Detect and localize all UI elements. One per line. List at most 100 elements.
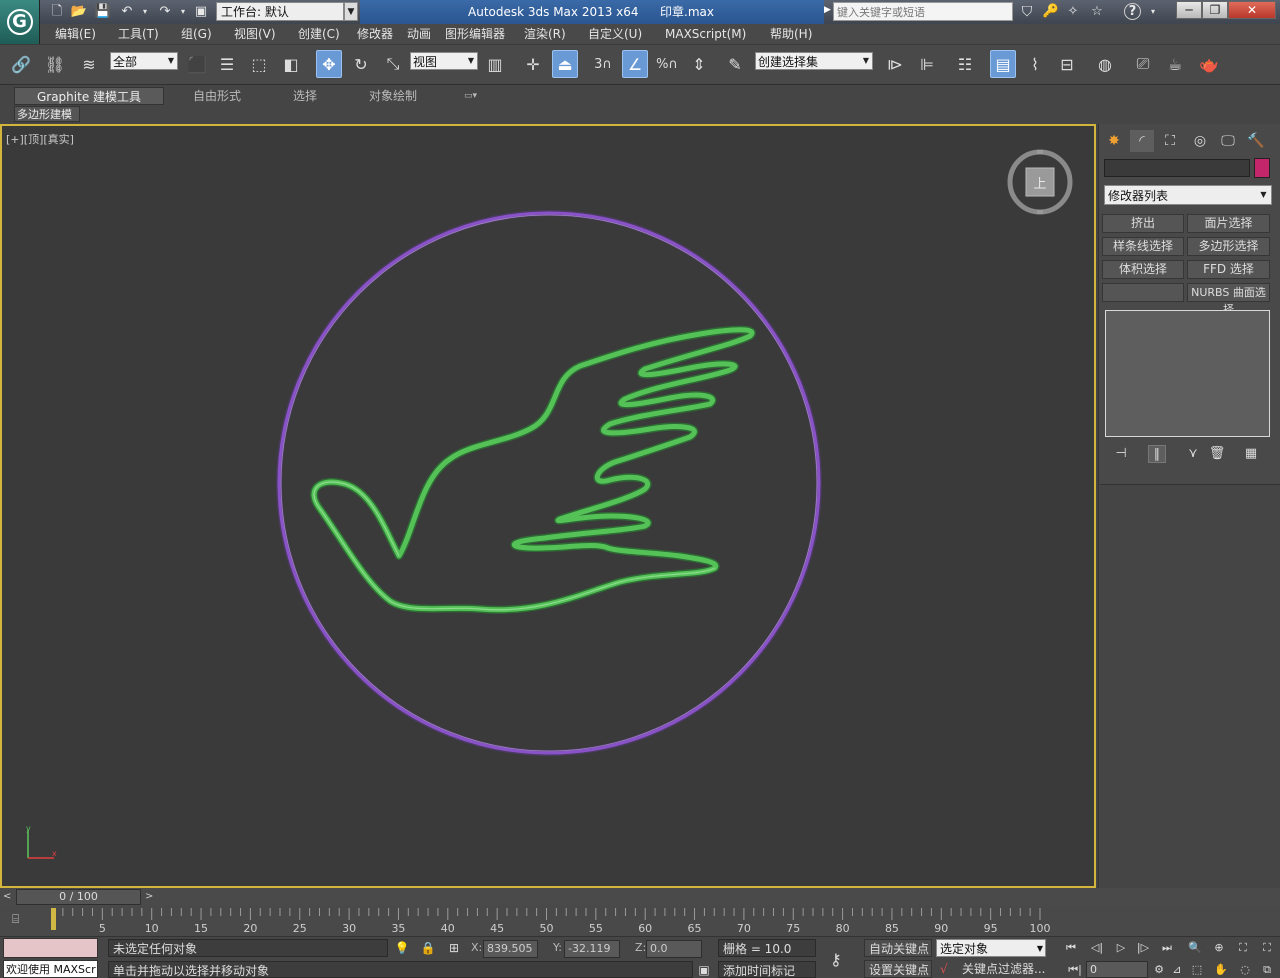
minimize-button[interactable]: ─ bbox=[1176, 1, 1202, 19]
render-production-icon[interactable]: 🫖 bbox=[1196, 50, 1222, 78]
mirror-icon[interactable]: ⧐ bbox=[882, 50, 908, 78]
zoom-region-icon[interactable]: ⬚ bbox=[1188, 962, 1206, 978]
make-unique-icon[interactable]: ⋎ bbox=[1184, 445, 1202, 463]
next-frame-icon[interactable]: > bbox=[145, 891, 153, 902]
go-to-end-icon[interactable]: ⏭ bbox=[1158, 940, 1176, 956]
unlink-icon[interactable]: ⛓ bbox=[42, 50, 68, 78]
x-coordinate-input[interactable]: 839.505 bbox=[483, 940, 538, 958]
auto-key-button[interactable]: 自动关键点 bbox=[864, 939, 932, 957]
viewport-label[interactable]: [+][顶][真实] bbox=[6, 131, 74, 147]
graphite-toggle-icon[interactable]: ▤ bbox=[990, 50, 1016, 78]
empty-modifier-button[interactable] bbox=[1102, 283, 1184, 302]
object-color-swatch[interactable] bbox=[1254, 158, 1270, 178]
previous-frame-icon[interactable]: < bbox=[3, 891, 11, 902]
set-key-icon[interactable]: ⚷ bbox=[830, 950, 854, 969]
ribbon-options-icon[interactable]: ▭▾ bbox=[464, 87, 477, 105]
open-file-icon[interactable]: 📂 bbox=[70, 3, 88, 21]
create-tab-icon[interactable]: ✸ bbox=[1102, 130, 1126, 152]
edit-named-selection-icon[interactable]: ✎ bbox=[722, 50, 748, 78]
snaps-toggle-icon[interactable]: 3 ∩ bbox=[590, 50, 616, 78]
close-button[interactable]: ✕ bbox=[1228, 1, 1276, 19]
select-and-link-icon[interactable]: 🔗 bbox=[8, 50, 34, 78]
undo-dropdown-icon[interactable]: ▾ bbox=[136, 3, 154, 21]
tab-polygon-modeling[interactable]: 多边形建模 bbox=[14, 106, 80, 122]
modifier-list-dropdown[interactable]: 修改器列表 ▼ bbox=[1104, 185, 1272, 205]
y-coordinate-input[interactable]: -32.119 bbox=[564, 940, 620, 958]
object-name-field[interactable] bbox=[1104, 159, 1250, 177]
orbit-icon[interactable]: ◌ bbox=[1236, 962, 1254, 978]
mini-curve-editor-icon[interactable]: ⌸ bbox=[12, 912, 32, 928]
ffd-select-button[interactable]: FFD 选择 bbox=[1187, 260, 1270, 279]
show-end-result-icon[interactable]: ∥ bbox=[1148, 445, 1166, 463]
tab-freeform[interactable]: 自由形式 bbox=[193, 87, 241, 105]
chevron-down-icon[interactable]: ▼ bbox=[344, 2, 358, 21]
go-to-start-icon[interactable]: ⏮ bbox=[1062, 940, 1080, 956]
favorites-star-icon[interactable]: ☆ bbox=[1088, 3, 1106, 21]
menu-animation[interactable]: 动画 bbox=[407, 24, 431, 44]
time-configuration-icon[interactable]: ⚙ bbox=[1150, 962, 1168, 978]
tab-object-paint[interactable]: 对象绘制 bbox=[369, 87, 417, 105]
rendered-frame-window-icon[interactable]: ☕ bbox=[1162, 50, 1188, 78]
menu-help[interactable]: 帮助(H) bbox=[770, 24, 812, 44]
hierarchy-tab-icon[interactable]: ⛶ bbox=[1158, 130, 1182, 152]
reference-coord-dropdown[interactable]: 视图 ▼ bbox=[410, 52, 478, 70]
current-frame-input[interactable]: 0 bbox=[1086, 961, 1148, 978]
project-folder-icon[interactable]: ▣ bbox=[192, 3, 210, 21]
communication-icon[interactable]: ✧ bbox=[1064, 3, 1082, 21]
select-and-scale-icon[interactable]: ⤡ bbox=[380, 50, 406, 78]
material-editor-icon[interactable]: ◍ bbox=[1092, 50, 1118, 78]
track-ruler[interactable]: 5 10 15 20 25 30 35 40 45 50 55 60 65 70 75 80 85 90 95 100 bbox=[40, 906, 1050, 936]
display-tab-icon[interactable]: 🖵 bbox=[1216, 130, 1240, 152]
time-slider[interactable]: 0 / 100 bbox=[16, 889, 141, 905]
pan-view-icon[interactable]: ✋ bbox=[1212, 962, 1230, 978]
modify-tab-icon[interactable]: ◜ bbox=[1130, 130, 1154, 152]
isolate-selection-icon[interactable]: 💡 bbox=[394, 940, 410, 956]
select-object-icon[interactable]: ⬛ bbox=[184, 50, 210, 78]
key-filters-button[interactable]: 关键点过滤器... bbox=[958, 960, 1046, 978]
time-tag-icon[interactable]: ▣ bbox=[696, 962, 712, 978]
help-dropdown-icon[interactable]: ▾ bbox=[1144, 3, 1162, 21]
render-setup-icon[interactable]: ⎚ bbox=[1130, 50, 1156, 78]
play-icon[interactable]: ▷ bbox=[1112, 940, 1130, 956]
spline-select-button[interactable]: 样条线选择 bbox=[1102, 237, 1184, 256]
align-icon[interactable]: ⊫ bbox=[914, 50, 940, 78]
bind-space-warp-icon[interactable]: ≋ bbox=[76, 50, 102, 78]
zoom-icon[interactable]: 🔍 bbox=[1186, 940, 1204, 956]
zoom-all-icon[interactable]: ⊕ bbox=[1210, 940, 1228, 956]
menu-maxscript[interactable]: MAXScript(M) bbox=[665, 24, 746, 44]
menu-rendering[interactable]: 渲染(R) bbox=[524, 24, 566, 44]
maximize-button[interactable]: ❐ bbox=[1202, 1, 1228, 19]
utilities-tab-icon[interactable]: 🔨 bbox=[1244, 130, 1268, 152]
tab-graphite-modeling[interactable]: Graphite 建模工具 bbox=[14, 87, 164, 105]
hand-spline-shape[interactable] bbox=[310, 325, 756, 614]
current-frame-marker[interactable] bbox=[51, 908, 56, 930]
modifier-stack[interactable] bbox=[1105, 310, 1270, 437]
save-icon[interactable]: 💾 bbox=[94, 3, 112, 21]
key-mode-toggle-icon[interactable]: ⏮| bbox=[1066, 962, 1084, 978]
menu-modifiers[interactable]: 修改器 bbox=[357, 24, 393, 44]
maxscript-welcome[interactable]: 欢迎使用 MAXScr bbox=[3, 960, 98, 978]
search-input[interactable]: 键入关键字或短语 bbox=[833, 2, 1013, 21]
manipulate-icon[interactable]: ✛ bbox=[520, 50, 546, 78]
app-logo-button[interactable]: G bbox=[0, 0, 40, 44]
window-crossing-icon[interactable]: ◧ bbox=[278, 50, 304, 78]
layer-manager-icon[interactable]: ☷ bbox=[952, 50, 978, 78]
extrude-button[interactable]: 挤出 bbox=[1102, 214, 1184, 233]
workspace-dropdown[interactable]: 工作台: 默认 bbox=[216, 2, 344, 21]
next-key-icon[interactable]: |▷ bbox=[1134, 940, 1152, 956]
pin-stack-icon[interactable]: ⊣ bbox=[1112, 445, 1130, 463]
absolute-mode-icon[interactable]: ⊞ bbox=[446, 940, 462, 956]
select-by-name-icon[interactable]: ☰ bbox=[214, 50, 240, 78]
menu-graph-editors[interactable]: 图形编辑器 bbox=[445, 24, 505, 44]
viewcube[interactable]: 上 bbox=[1006, 148, 1074, 216]
redo-icon[interactable]: ↷ bbox=[156, 3, 174, 21]
select-and-rotate-icon[interactable]: ↻ bbox=[348, 50, 374, 78]
zoom-extents-all-icon[interactable]: ⛶ bbox=[1258, 940, 1276, 956]
new-file-icon[interactable]: 🗋 bbox=[48, 3, 66, 21]
maximize-viewport-icon[interactable]: ⧉ bbox=[1258, 962, 1276, 978]
menu-group[interactable]: 组(G) bbox=[181, 24, 212, 44]
help-icon[interactable]: ? bbox=[1124, 3, 1141, 20]
subscription-icon[interactable]: 🔑 bbox=[1042, 3, 1060, 21]
spinner-snap-icon[interactable]: ⇕ bbox=[686, 50, 712, 78]
redo-dropdown-icon[interactable]: ▾ bbox=[174, 3, 192, 21]
